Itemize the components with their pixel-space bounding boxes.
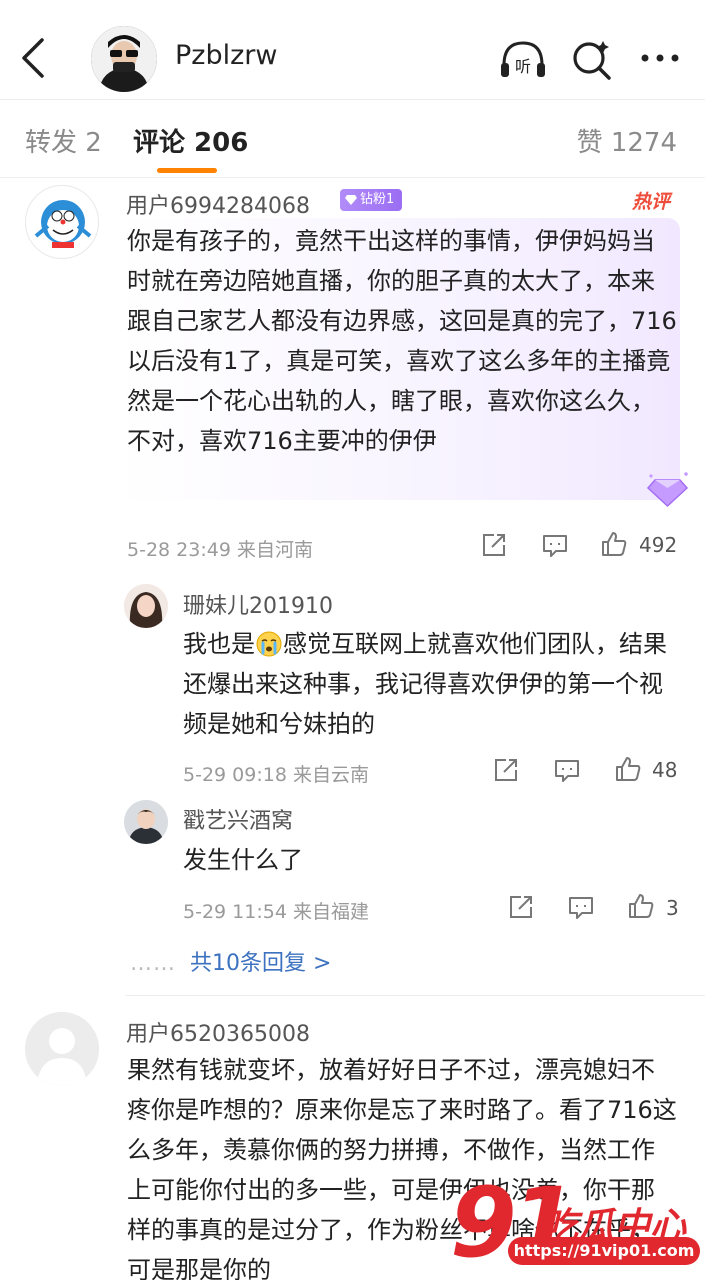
reply-meta: 5-29 11:54 来自福建 [183,901,369,923]
watermark-url: https://91vip01.com [508,1237,700,1265]
tab-likes[interactable]: 赞 1274 [577,122,677,159]
crying-emoji-icon [256,631,282,657]
active-tab-indicator [157,168,217,173]
reply-text: 我也是 感觉互联网上就喜欢他们团队，结果还爆出来这种事，我记得喜欢伊伊的第一个视… [183,624,683,744]
tab-bar: 转发 2 评论 206 赞 1274 [0,100,705,178]
reply-meta: 5-29 09:18 来自云南 [183,764,369,786]
reply-text-start: 我也是 [183,630,255,658]
commenter-name[interactable]: 用户6520365008 [126,1016,310,1048]
like-count: 492 [639,533,678,557]
replier-name[interactable]: 珊妹儿201910 [183,588,333,620]
like-count: 48 [652,758,678,782]
comment-divider [126,995,705,996]
top-bar: Pzblzrw 听 [0,0,705,100]
more-icon[interactable] [635,35,685,85]
share-icon[interactable] [480,531,508,559]
watermark: 91 吃瓜中心 https://91vip01.com [450,1167,705,1280]
search-icon[interactable] [567,35,617,85]
author-username[interactable]: Pzblzrw [175,40,277,71]
comment-meta: 5-28 23:49 来自河南 [127,539,313,561]
like-icon[interactable] [627,892,655,920]
view-more-replies-link[interactable]: …… 共10条回复 > [130,945,331,977]
more-replies-dots: …… [130,951,176,976]
listen-icon[interactable]: 听 [498,35,548,85]
tab-comments[interactable]: 评论 206 [133,122,248,159]
tab-repost[interactable]: 转发 2 [25,122,102,159]
reply-text: 发生什么了 [183,846,303,874]
share-icon[interactable] [492,756,520,784]
comment-icon[interactable] [541,532,569,560]
fan-badge[interactable]: 钻粉1 [340,189,402,211]
replier-avatar[interactable] [124,584,168,628]
hot-comment-label: 热评 [632,191,671,213]
commenter-avatar[interactable] [25,1012,99,1086]
replier-avatar[interactable] [124,800,168,844]
commenter-name[interactable]: 用户6994284068 [126,188,310,220]
commenter-avatar[interactable] [25,185,99,259]
like-count: 3 [666,896,679,920]
comment-text: 你是有孩子的，竟然干出这样的事情，伊伊妈妈当时就在旁边陪她直播，你的胆子真的太大… [127,227,677,455]
comment-icon[interactable] [567,894,595,922]
listen-label: 听 [515,57,531,76]
share-icon[interactable] [507,893,535,921]
fan-badge-label: 钻粉1 [360,192,395,207]
hot-comment-tag: 热评 [632,183,680,213]
like-icon[interactable] [600,530,628,558]
more-replies-label: 共10条回复 > [190,951,332,976]
replier-name[interactable]: 戳艺兴酒窝 [183,803,293,835]
back-arrow-icon[interactable] [14,34,54,82]
author-avatar[interactable] [91,26,157,92]
comment-icon[interactable] [553,757,581,785]
diamond-icon [345,195,357,205]
like-icon[interactable] [614,755,642,783]
diamond-icon [646,472,689,508]
